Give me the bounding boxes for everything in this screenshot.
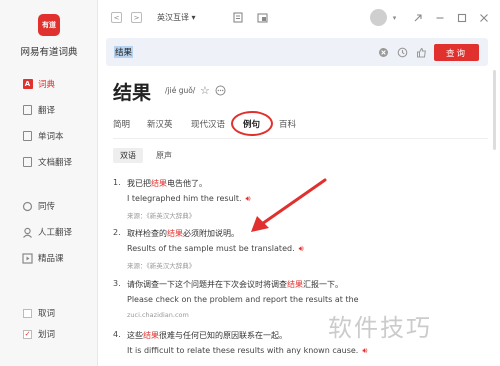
human-translate-icon <box>22 227 33 238</box>
sidebar-item-simultaneous[interactable]: 同传 <box>0 196 98 216</box>
select-word-checkbox[interactable]: ✓ <box>22 329 33 340</box>
clear-icon[interactable] <box>377 46 389 58</box>
watermark: 软件技巧 <box>328 314 432 342</box>
like-icon[interactable] <box>415 46 427 58</box>
headword: 结果 <box>113 82 152 104</box>
search-bar: 结果 查询 <box>106 38 488 66</box>
subtab-bilingual[interactable]: 双语 <box>113 148 143 163</box>
subtab-original-audio[interactable]: 原声 <box>149 148 179 163</box>
tab-new-cn-en[interactable]: 新汉英 <box>147 118 173 130</box>
avatar[interactable] <box>370 9 387 26</box>
example-chinese: 我已把结果电告他了。 <box>127 179 207 188</box>
tab-encyclopedia[interactable]: 百科 <box>279 118 296 130</box>
sidebar-item-label: 词典 <box>38 80 56 90</box>
example-english: Please check on the problem and report t… <box>127 295 359 304</box>
tab-brief[interactable]: 简明 <box>113 118 130 130</box>
sidebar-item-course[interactable]: 精品课 <box>0 248 98 268</box>
example-number: 3. <box>113 279 121 288</box>
scrollbar[interactable] <box>493 70 496 150</box>
sidebar-item-label: 单词本 <box>38 132 64 142</box>
speaker-icon[interactable]: 🔊︎ <box>362 346 367 355</box>
search-button[interactable]: 查询 <box>434 44 479 61</box>
dictionary-icon: A <box>22 79 33 90</box>
example-source: 来源：《新英汉大辞典》 <box>127 212 196 220</box>
chevron-down-icon: ▾ <box>191 13 196 22</box>
user-menu-chevron-icon[interactable]: ▾ <box>389 12 400 23</box>
maximize-icon[interactable] <box>456 12 467 23</box>
example-number: 1. <box>113 178 121 187</box>
option-label: 划词 <box>38 330 56 340</box>
wordbook-icon <box>22 131 33 142</box>
example-number: 4. <box>113 330 121 339</box>
sidebar-item-label: 同传 <box>38 202 56 212</box>
pick-word-checkbox[interactable] <box>22 308 33 319</box>
mode-label: 英汉互译 <box>157 13 189 22</box>
example-chinese: 请你调查一下这个问题并在下次会议时将调查结果汇报一下。 <box>127 280 343 289</box>
close-icon[interactable] <box>478 12 489 23</box>
sidebar-item-wordbook[interactable]: 单词本 <box>0 126 98 146</box>
star-icon[interactable]: ☆ <box>200 84 210 97</box>
simultaneous-icon <box>22 201 33 212</box>
example-source: 来源：《新英汉大辞典》 <box>127 262 196 270</box>
translate-icon <box>22 105 33 116</box>
sidebar: 有道 网易有道词典 A 词典 翻译 单词本 文档翻译 同传 人工翻译 精品课 取… <box>0 0 98 366</box>
back-arrow-icon: < <box>113 13 120 22</box>
mini-mode-icon[interactable] <box>412 12 423 23</box>
example-english: Results of the sample must be translated… <box>127 244 304 253</box>
tabs-divider <box>113 138 488 139</box>
example-english: I telegraphed him the result. 🔊︎ <box>127 194 251 203</box>
tab-modern-chinese[interactable]: 现代汉语 <box>191 118 225 130</box>
search-input[interactable]: 结果 <box>114 46 134 58</box>
sidebar-item-label: 翻译 <box>38 106 56 116</box>
example-english: It is difficult to relate these results … <box>127 346 368 355</box>
phonetic: /jié guǒ/ <box>165 86 196 95</box>
sidebar-item-document-translate[interactable]: 文档翻译 <box>0 152 98 172</box>
mode-dropdown[interactable]: 英汉互译 ▾ <box>157 12 196 23</box>
option-pick-word[interactable]: 取词 <box>0 303 98 323</box>
example-number: 2. <box>113 228 121 237</box>
back-button[interactable]: < <box>111 12 122 23</box>
option-label: 取词 <box>38 309 56 319</box>
app-name: 网易有道词典 <box>20 47 78 58</box>
highlight-circle <box>231 111 273 136</box>
example-source: zuci.chazidian.com <box>127 311 189 319</box>
document-translate-icon <box>22 157 33 168</box>
option-select-word[interactable]: ✓ 划词 <box>0 324 98 344</box>
top-bar: < > 英汉互译 ▾ ▾ <box>98 0 500 36</box>
sidebar-item-translate[interactable]: 翻译 <box>0 100 98 120</box>
annotation-arrow <box>251 178 327 232</box>
forward-arrow-icon: > <box>133 13 140 22</box>
sidebar-item-label: 精品课 <box>38 254 64 264</box>
history-icon[interactable] <box>396 46 408 58</box>
sidebar-item-human-translate[interactable]: 人工翻译 <box>0 222 98 242</box>
speaker-icon[interactable]: 🔊︎ <box>299 244 304 253</box>
logo-text: 有道 <box>42 21 56 29</box>
sidebar-item-label: 人工翻译 <box>38 228 73 238</box>
app-logo: 有道 <box>38 14 60 36</box>
course-icon <box>22 252 33 264</box>
forward-button[interactable]: > <box>131 12 142 23</box>
screenshot-icon[interactable] <box>257 12 268 23</box>
clipboard-icon[interactable] <box>232 12 243 23</box>
example-chinese: 取样检查的结果必须附加说明。 <box>127 229 239 238</box>
example-chinese: 这些结果很难与任何已知的原因联系在一起。 <box>127 331 287 340</box>
sidebar-item-dictionary[interactable]: A 词典 <box>0 74 98 94</box>
minimize-icon[interactable] <box>434 12 445 23</box>
more-icon[interactable] <box>215 84 226 99</box>
sidebar-item-label: 文档翻译 <box>38 158 73 168</box>
